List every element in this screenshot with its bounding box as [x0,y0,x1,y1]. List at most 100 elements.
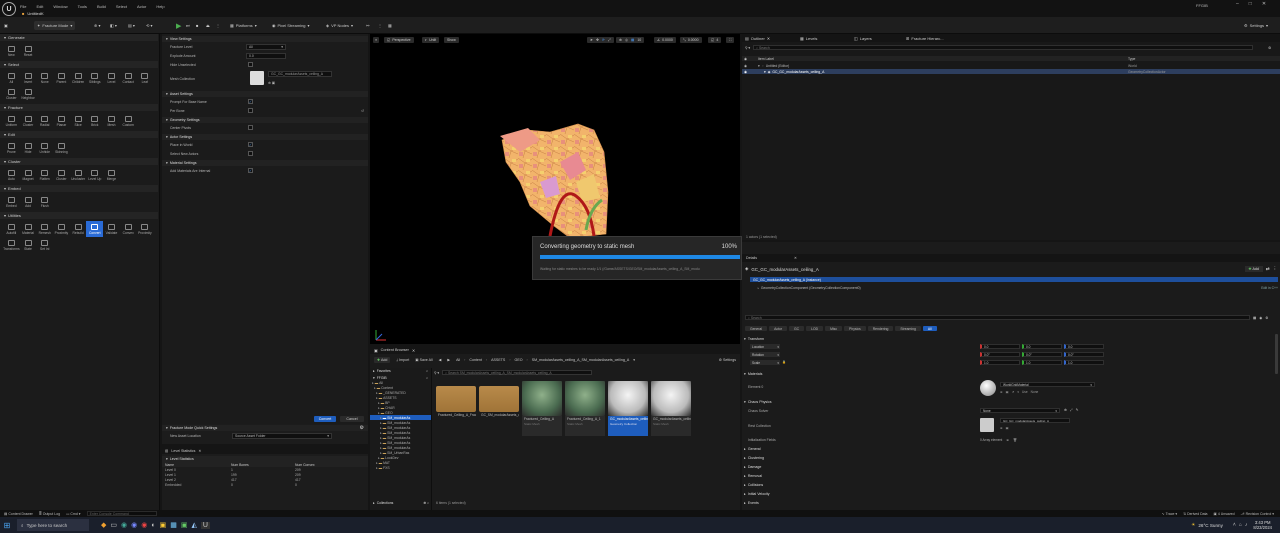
rotation-y-field[interactable]: 0.0° [1022,352,1062,357]
stop-button[interactable]: ■ [196,21,198,30]
prompt-for-base-name-checkbox[interactable]: ✓ [248,99,253,104]
tool-skinning[interactable]: Skinning [53,140,70,156]
world-icon[interactable]: ⊕ [619,38,622,42]
filter-icon[interactable]: ⚲ ▾ [434,371,439,375]
scale-icon[interactable]: ⤢ [608,38,611,42]
app-icon[interactable]: ▣ [181,521,188,529]
center-pivots-checkbox[interactable] [248,125,253,130]
mesh-collection-dropdown[interactable]: GC_GC_modularAssets_ceiling_A [268,71,332,77]
folder-item[interactable]: ▸ ▬ FXS [370,465,431,470]
close-icon[interactable]: ✕ [198,449,201,453]
filter-tab-streaming[interactable]: Streaming [895,326,921,331]
fracture-level-field[interactable]: All ▾ [246,43,286,50]
folder-icon[interactable]: ▣ [1006,390,1009,394]
asset-tile[interactable]: Fractured_Ceiling_A Static Mesh [522,381,562,441]
filter-tab-physics[interactable]: Physics [844,326,866,331]
tool-proximity[interactable]: Proximity [53,221,70,237]
section-damage[interactable]: ▸ Damage [744,464,761,470]
grid-snap-value[interactable]: 10 [637,38,641,42]
app-icon[interactable]: ◭ [191,521,196,529]
camera-speed[interactable]: ◱ 4 [708,37,722,43]
tool-new[interactable]: New [3,43,20,59]
outliner-row[interactable]: ◉ ▾ ◈ GC_GC_modularAssets_ceiling_A Geometry… [742,69,1280,74]
view-mode-button[interactable]: ◐ Unlit [422,37,440,43]
surface-snap-icon[interactable]: ◎ [625,38,628,42]
asset-tile[interactable]: GC_SM_modularAssets_ceiling_A_GC_modular… [479,381,519,441]
mode-select-button[interactable]: ✦ Fracture Mode ▾ [34,21,76,30]
component-instance-row[interactable]: GC_GC_modularAssets_ceiling_A (Instance) [750,277,1278,282]
menu-window[interactable]: Window [53,4,67,9]
picker-icon[interactable]: ✎ [1076,408,1079,412]
column-num-bones[interactable]: Num Bones [231,463,295,467]
level-stats-tab[interactable]: ▥ Level Statistics ✕ [162,447,368,454]
outliner-search-input[interactable]: ⌕ Search [753,45,1254,50]
eject-button[interactable]: ⏏ [206,21,210,30]
add-actor-button[interactable]: ⊕ ▾ [94,21,100,30]
tool-remesh[interactable]: Remesh [36,221,53,237]
section-initial-velocity[interactable]: ▸ Initial Velocity [744,491,770,497]
tool-hide[interactable]: Hide [20,140,37,156]
close-icon[interactable]: ✕ [767,36,770,41]
menu-select[interactable]: Select [116,4,127,9]
save-icon[interactable]: ▣ [4,21,8,30]
tool-radial[interactable]: Radial [36,113,53,129]
grid-snap-icon[interactable]: ▦ [631,38,634,42]
tool-cluster[interactable]: Cluster [3,86,20,102]
filter-icon[interactable]: ⚲ ▾ [745,46,750,50]
link-icon[interactable]: ⚯ [366,21,369,30]
material-thumbnail[interactable] [980,380,996,396]
add-materials-are-internal-checkbox[interactable]: ✓ [248,168,253,173]
maximize-viewport-icon[interactable]: ⛶ [726,37,735,43]
filter-tab-rendering[interactable]: Rendering [867,326,894,331]
select-new-actors-checkbox[interactable] [248,151,253,156]
move-icon[interactable]: ✥ [596,38,599,42]
rotation-x-field[interactable]: 0.0° [980,352,1020,357]
material-none-value[interactable]: None [1031,390,1039,394]
show-button[interactable]: Show [444,37,459,43]
rest-collection-dropdown[interactable]: GC_GC_modularAssets_ceiling_A [1000,418,1070,423]
scale-y-field[interactable]: 1.0 [1022,360,1062,365]
perspective-button[interactable]: ◱ Perspective [384,37,414,43]
tool-validate[interactable]: Validate [103,221,120,237]
tool-convex[interactable]: Convex [120,221,137,237]
per-bone-checkbox[interactable] [248,108,253,113]
menu-build[interactable]: Build [97,4,106,9]
widgets-icon[interactable]: ◆ [101,521,106,529]
section-removal[interactable]: ▸ Removal [744,473,762,479]
section-select[interactable]: ▾ Select [0,61,158,68]
tool-uniform[interactable]: Uniform [3,113,20,129]
browse-icon[interactable]: ⊕ [1064,408,1067,412]
fractured-ceiling-mesh[interactable] [490,122,620,242]
grid-icon[interactable]: ▦ [388,21,392,30]
tool-unhide[interactable]: Unhide [36,140,53,156]
back-icon[interactable]: ◀ [439,358,442,362]
filter-tab-general[interactable]: General [745,326,768,331]
visibility-icon[interactable]: ◉ [742,64,752,68]
section-edit[interactable]: ▾ Edit [0,131,158,138]
details-tab[interactable]: Details ✕ [742,254,1280,262]
cmd-button[interactable]: ▭ Cmd ▾ [66,512,80,516]
menu-file[interactable]: File [20,4,26,9]
search-icon[interactable]: ⌕ [426,369,428,373]
step-button[interactable]: ⏭ [186,21,190,30]
section-clustering[interactable]: ▸ Clustering [744,455,764,461]
filter-tab-gc[interactable]: GC [789,326,805,331]
import-button[interactable]: ⤓ Import [396,358,409,362]
location-y-field[interactable]: 0.0 [1022,344,1062,349]
search-icon[interactable]: ⌕ [426,376,428,380]
chaos-physics-section[interactable]: ▾ Chaos Physics [744,399,772,405]
network-icon[interactable]: ⌂ [1239,522,1242,528]
forward-icon[interactable]: ▶ [447,358,450,362]
transform-section[interactable]: ▾ Transform [744,336,764,342]
level-viewport[interactable]: ≡ ◱ Perspective ◐ Unlit Show ➤ ✥ ⟳ ⤢ ⊕ ◎ ▦… [370,34,740,344]
discord-icon[interactable]: ◉ [131,521,137,529]
scale-z-field[interactable]: 1.0 [1064,360,1104,365]
tool-magnet[interactable]: Magnet [20,167,37,183]
rotate-icon[interactable]: ⟳ [602,38,605,42]
visibility-icon[interactable]: ◉ [742,57,752,61]
breadcrumb-item[interactable]: All [456,358,460,362]
folder-icon[interactable]: ▣ [1006,426,1009,430]
console-input[interactable]: Enter Console Command [86,511,157,516]
tool-reset[interactable]: Reset [20,43,37,59]
tool-cluster[interactable]: Cluster [20,113,37,129]
